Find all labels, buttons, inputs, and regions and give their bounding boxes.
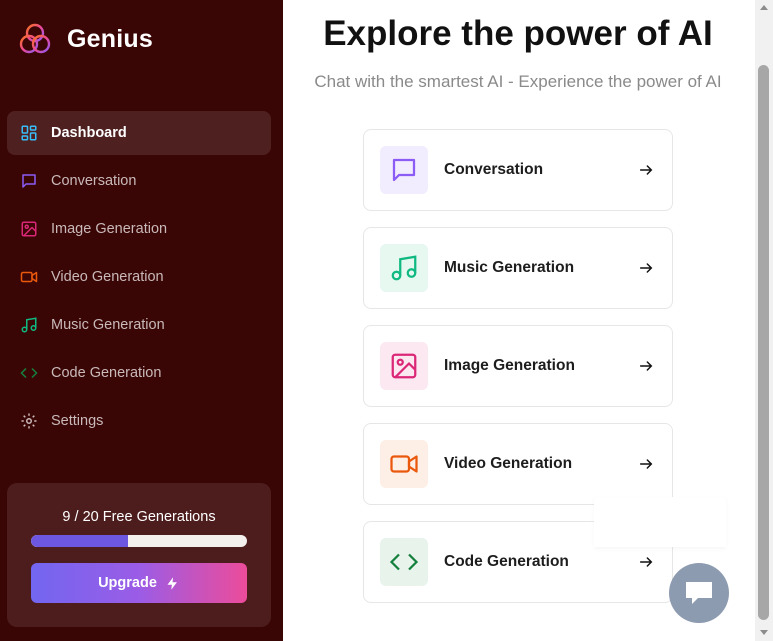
arrow-right-icon <box>638 554 654 570</box>
sidebar-item-label: Code Generation <box>51 365 162 381</box>
message-icon <box>380 146 428 194</box>
tool-card-label: Image Generation <box>444 357 575 374</box>
video-icon <box>380 440 428 488</box>
free-generations-counter: 9 / 20 Free Generations Upgrade <box>7 483 271 627</box>
tool-card-label: Conversation <box>444 161 544 178</box>
sidebar-item-conversation[interactable]: Conversation <box>7 159 271 203</box>
chat-icon <box>686 582 712 604</box>
tool-card-image-generation[interactable]: Image Generation <box>363 325 673 407</box>
chat-widget-panel <box>594 497 726 547</box>
arrow-right-icon <box>638 358 654 374</box>
sidebar-item-video-generation[interactable]: Video Generation <box>7 255 271 299</box>
dashboard-icon <box>19 123 39 143</box>
sidebar-item-label: Conversation <box>51 173 137 189</box>
message-icon <box>19 171 39 191</box>
tool-card-conversation[interactable]: Conversation <box>363 129 673 211</box>
brand[interactable]: Genius <box>18 22 153 56</box>
usage-text: 9 / 20 Free Generations <box>62 509 216 525</box>
gear-icon <box>19 411 39 431</box>
code-icon <box>380 538 428 586</box>
sidebar-item-label: Video Generation <box>51 269 164 285</box>
code-icon <box>19 363 39 383</box>
arrow-right-icon <box>638 260 654 276</box>
sidebar-item-label: Settings <box>51 413 104 429</box>
sidebar-item-dashboard[interactable]: Dashboard <box>7 111 271 155</box>
scrollbar[interactable] <box>755 0 773 641</box>
logo-icon <box>19 23 51 54</box>
scrollbar-thumb[interactable] <box>758 65 769 620</box>
upgrade-label: Upgrade <box>98 575 157 591</box>
zap-icon <box>165 576 180 591</box>
scroll-down-arrow[interactable] <box>760 630 768 635</box>
usage-progress-fill <box>31 535 129 547</box>
scroll-up-arrow[interactable] <box>760 5 768 10</box>
chat-widget-button[interactable] <box>669 563 729 623</box>
image-icon <box>19 219 39 239</box>
arrow-right-icon <box>638 162 654 178</box>
sidebar: Genius Dashboard Conversation Image Gene… <box>0 0 283 641</box>
sidebar-item-code-generation[interactable]: Code Generation <box>7 351 271 395</box>
tool-card-label: Music Generation <box>444 259 575 276</box>
usage-progress-bar <box>31 535 247 547</box>
sidebar-item-image-generation[interactable]: Image Generation <box>7 207 271 251</box>
music-icon <box>380 244 428 292</box>
page-subtitle: Chat with the smartest AI - Experience t… <box>314 72 722 91</box>
arrow-right-icon <box>638 456 654 472</box>
music-icon <box>19 315 39 335</box>
page-title: Explore the power of AI <box>323 14 713 53</box>
brand-name: Genius <box>67 24 153 53</box>
sidebar-item-label: Image Generation <box>51 221 168 237</box>
sidebar-item-label: Music Generation <box>51 317 165 333</box>
tool-card-music-generation[interactable]: Music Generation <box>363 227 673 309</box>
sidebar-item-label: Dashboard <box>51 125 127 141</box>
sidebar-item-settings[interactable]: Settings <box>7 399 271 443</box>
sidebar-item-music-generation[interactable]: Music Generation <box>7 303 271 347</box>
tool-card-label: Code Generation <box>444 553 569 570</box>
tool-card-video-generation[interactable]: Video Generation <box>363 423 673 505</box>
image-icon <box>380 342 428 390</box>
sidebar-nav: Dashboard Conversation Image Generation … <box>7 111 271 447</box>
tool-card-label: Video Generation <box>444 455 573 472</box>
upgrade-button[interactable]: Upgrade <box>31 563 247 603</box>
video-icon <box>19 267 39 287</box>
